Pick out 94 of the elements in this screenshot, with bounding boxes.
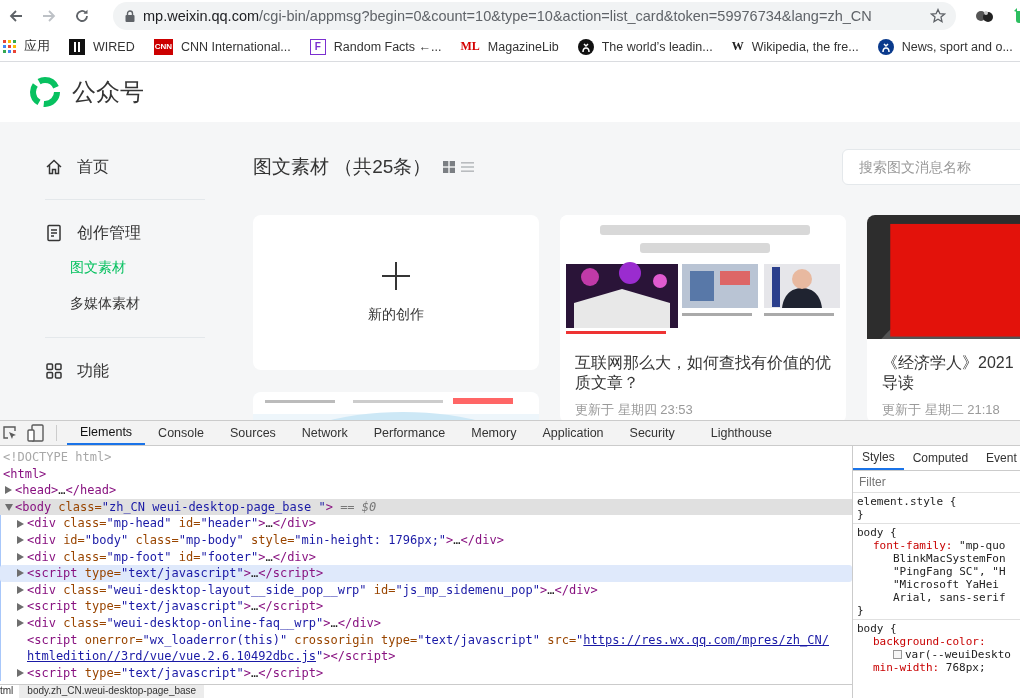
sidebar-item[interactable]: 首页 [45,150,205,184]
css-selector: body { [857,526,898,539]
code-line: <div class="weui-desktop-online-faq__wrp">…</div> [27,614,382,632]
code-line: <script onerror="wx_loaderror(this)" crossorigin type="text/javascript" src="https://res.wx.qq.com/mpres/zh_CN/ htmledition//3rd/vue/vue.2.6.10492dbc.js"></script> [27,631,829,665]
address-bar[interactable]: mp.weixin.qq.com/cgi-bin/appmsg?begin=0&count=10&type=10&action=list_card&token=59976734&lang=zh_CN [113,2,956,30]
url-text: mp.weixin.qq.com/cgi-bin/appmsg?begin=0&count=10&type=10&action=list_card&token=59976734&lang=zh_CN [143,8,873,24]
sidebar-item[interactable]: 多媒体素材 [45,286,205,322]
styles-tab[interactable]: Event [977,446,1020,470]
sidebar-item[interactable]: 创作管理 [45,216,205,250]
code-line: <script type="text/javascript">…</script> [27,598,324,615]
css-brace: } [857,604,865,617]
update-time: 更新于 星期二 21:18 [881,401,1001,419]
grid-icon [45,362,63,380]
css-declaration: min-width: 768px; [872,661,987,674]
extension-icon[interactable] [975,8,995,24]
code-line: <script type="text/javascript">…</script> [27,565,324,582]
sidebar-item[interactable]: 功能 [45,354,205,388]
expand-arrow-icon[interactable] [17,619,24,628]
css-value: var(--weuiDeskto [905,648,1011,661]
bookmark-logo: F [309,38,326,55]
expand-arrow-icon[interactable] [17,552,24,561]
hovered-row[interactable]: <script type="text/javascript">…</script> [0,565,852,582]
home-icon [45,158,63,176]
selected-row[interactable]: <body class="zh_CN weui-desktop-page_base "> == $0 [0,498,852,516]
devtools-tab[interactable]: Sources [217,421,289,445]
devtools-tab[interactable]: Network [288,421,361,445]
link[interactable]: https://res.wx.qq.com/mpres/zh_CN/ [583,632,829,647]
code-line: <body class="zh_CN weui-desktop-page_base "> == $0 [15,498,377,516]
bookmark[interactable]: ML MagazineLib [460,39,559,54]
collapse-arrow-icon[interactable] [5,503,13,511]
code-line: <div id="body" class="mp-body" style="min-height: 1796px;">…</div> [27,531,504,549]
reload-icon[interactable] [74,8,90,24]
css-value: "Microsoft YaHei [893,578,1000,591]
lock-icon [125,10,135,22]
code-line: <head>…</head> [15,482,117,499]
css-declaration: background-color: [872,635,987,648]
bookmark[interactable]: W Wikipedia, the fre... [731,39,859,54]
expand-arrow-icon[interactable] [5,486,12,495]
bookmark[interactable]: CNN CNN International... [153,38,291,55]
article-card[interactable]: 《经济学人》2021 导读 更新于 星期二 21:18 [867,215,1020,420]
article-title: 互联网那么大，如何查找有价值的优 质文章？ [574,353,832,393]
bookmark[interactable]: 应用 [3,38,50,55]
code-line: <div class="mp-foot" id="footer">…</div> [27,548,317,566]
expand-arrow-icon[interactable] [17,519,24,528]
bookmark[interactable]: News, sport and o... [877,38,1013,55]
bookmark-logo: W [731,39,744,54]
devtools-tab[interactable]: Security [616,421,688,445]
update-time: 更新于 星期四 23:53 [574,401,694,419]
bookmark-logo: ML [460,39,480,54]
grid-view-icon[interactable] [443,161,456,173]
plus-icon [382,261,410,290]
breadcrumb[interactable]: body.zh_CN.weui-desktop-page_base [19,685,205,698]
back-icon[interactable] [8,8,24,24]
code-line: <script type="text/javascript">…</script> [27,664,324,682]
document-icon [45,224,63,242]
color-swatch[interactable] [893,650,902,659]
css-brace: } [857,508,865,521]
devtools-tab[interactable]: Console [145,421,217,445]
breadcrumb[interactable]: tml [0,685,20,698]
search-field[interactable]: 搜索图文消息名称 [842,149,1020,185]
star-icon[interactable] [930,8,946,24]
devtools-tab[interactable]: Memory [458,421,530,445]
css-value: BlinkMacSystemFon [893,552,1006,565]
expand-arrow-icon[interactable] [17,569,24,578]
expand-arrow-icon[interactable] [17,602,24,611]
code-line: <html> [3,465,47,483]
code-line: <!DOCTYPE html> [3,449,112,466]
code-line: <div class="mp-head" id="header">…</div> [27,515,317,532]
expand-arrow-icon[interactable] [17,536,24,545]
inspect-icon[interactable] [2,425,18,441]
bookmark[interactable]: F Random Facts ←... [309,38,442,55]
code-line: <div class="weui-desktop-layout__side_pop__wrp" id="js_mp_sidemenu_pop">…</div> [27,581,598,599]
expand-arrow-icon[interactable] [17,669,24,677]
devtools-tab[interactable]: Application [529,421,617,445]
bookmark-logo: CNN [153,38,173,55]
bookmark[interactable]: The world’s leadin... [577,38,713,55]
styles-tab[interactable]: Computed [903,446,978,470]
css-selector: element.style { [857,495,958,508]
css-selector: body { [857,622,898,635]
css-value: Arial, sans-serif [893,591,1006,604]
expand-arrow-icon[interactable] [17,586,24,595]
link[interactable]: htmledition//3rd/vue/vue.2.6.10492dbc.js [27,649,316,664]
page-title: 图文素材 （共25条） [253,155,432,179]
devtools-tab[interactable]: Performance [360,421,459,445]
site-name: 公众号 [72,77,144,107]
bookmark[interactable]: WIRED [69,38,135,55]
devtools-tab[interactable]: Lighthouse [697,421,785,445]
article-title: 《经济学人》2021 导读 [881,353,1015,393]
css-declaration: font-family: "mp-quo [872,539,1007,552]
apps-icon [3,40,16,53]
devtools-tab[interactable]: Elements [67,421,146,445]
new-creation-card[interactable]: 新的创作 [253,215,539,370]
css-value: "PingFang SC", "H [893,565,1006,578]
device-icon[interactable] [27,424,45,442]
